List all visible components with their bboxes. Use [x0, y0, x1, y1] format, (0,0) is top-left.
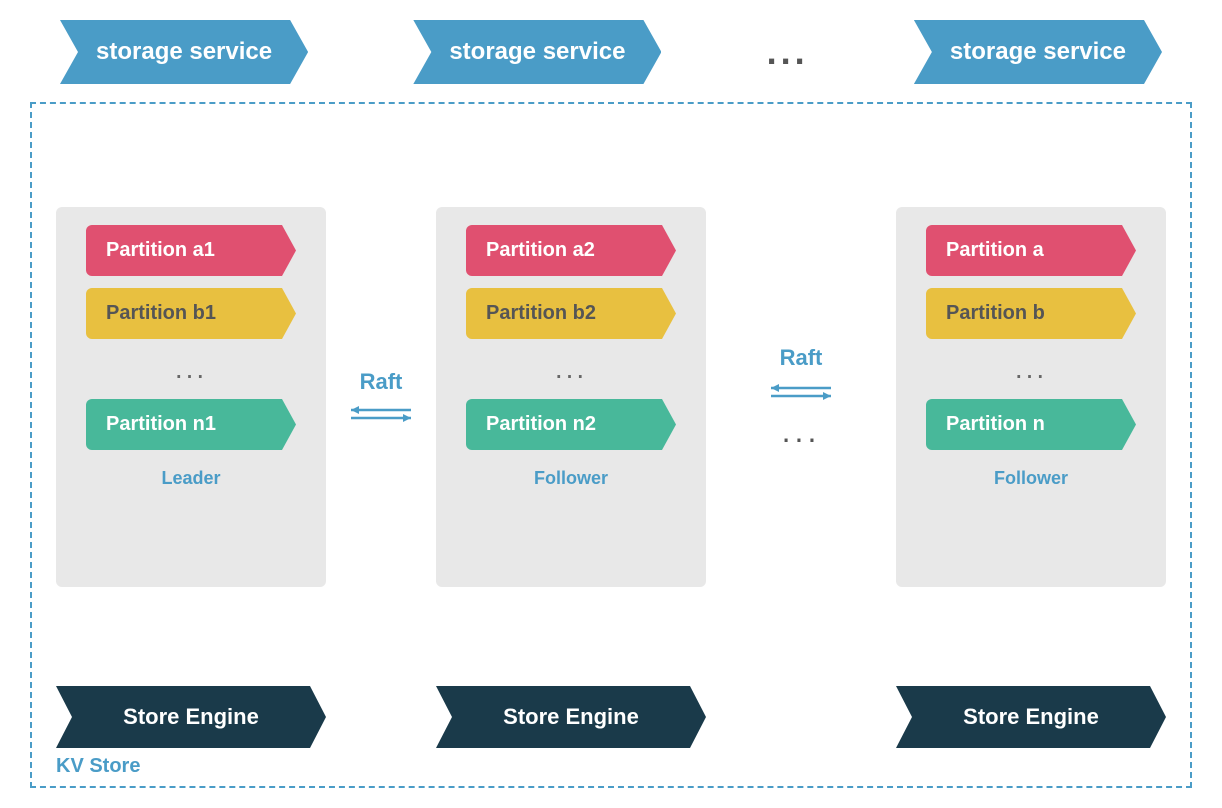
middle-dots: ...	[782, 413, 821, 450]
node-follower-2: Partition a Partition b ... Partition n …	[896, 207, 1166, 587]
engines-row: Store Engine Store Engine Store Engine	[56, 686, 1166, 748]
nodes-row: Partition a1 Partition b1 ... Partition …	[56, 124, 1166, 670]
raft-label-1: Raft	[360, 369, 403, 395]
kv-store-label: KV Store	[56, 755, 140, 778]
partition-n2: Partition n2	[466, 399, 676, 450]
partition-n: Partition n	[926, 399, 1136, 450]
partition-a2: Partition a2	[466, 225, 676, 276]
node2-dots: ...	[555, 353, 587, 385]
node3-dots: ...	[1015, 353, 1047, 385]
top-row: storage service storage service ... stor…	[30, 20, 1192, 84]
raft-arrow-2	[761, 381, 841, 403]
node-leader: Partition a1 Partition b1 ... Partition …	[56, 207, 326, 587]
storage-service-3: storage service	[914, 20, 1162, 84]
leader-label: Leader	[161, 468, 220, 489]
raft-arrow-1	[341, 403, 421, 425]
partition-b2: Partition b2	[466, 288, 676, 339]
storage-service-label-1: storage service	[96, 38, 272, 65]
partition-a: Partition a	[926, 225, 1136, 276]
node-follower-1: Partition a2 Partition b2 ... Partition …	[436, 207, 706, 587]
partition-b: Partition b	[926, 288, 1136, 339]
raft-area-1: Raft	[326, 369, 436, 425]
storage-service-label-3: storage service	[950, 38, 1126, 65]
partition-n1: Partition n1	[86, 399, 296, 450]
storage-service-1: storage service	[60, 20, 308, 84]
follower-label-2: Follower	[994, 468, 1068, 489]
top-dots: ...	[767, 31, 809, 73]
raft-middle-area: Raft ...	[706, 345, 896, 450]
raft-dots-row	[761, 381, 841, 403]
node1-dots: ...	[175, 353, 207, 385]
main-container: Partition a1 Partition b1 ... Partition …	[30, 102, 1192, 788]
partition-b1: Partition b1	[86, 288, 296, 339]
store-engine-3: Store Engine	[896, 686, 1166, 748]
partition-a1: Partition a1	[86, 225, 296, 276]
raft-label-2: Raft	[780, 345, 823, 371]
store-engine-1: Store Engine	[56, 686, 326, 748]
storage-service-label-2: storage service	[449, 38, 625, 65]
follower-label-1: Follower	[534, 468, 608, 489]
storage-service-2: storage service	[413, 20, 661, 84]
store-engine-label-1: Store Engine	[123, 704, 259, 729]
store-engine-label-2: Store Engine	[503, 704, 639, 729]
store-engine-2: Store Engine	[436, 686, 706, 748]
store-engine-label-3: Store Engine	[963, 704, 1099, 729]
